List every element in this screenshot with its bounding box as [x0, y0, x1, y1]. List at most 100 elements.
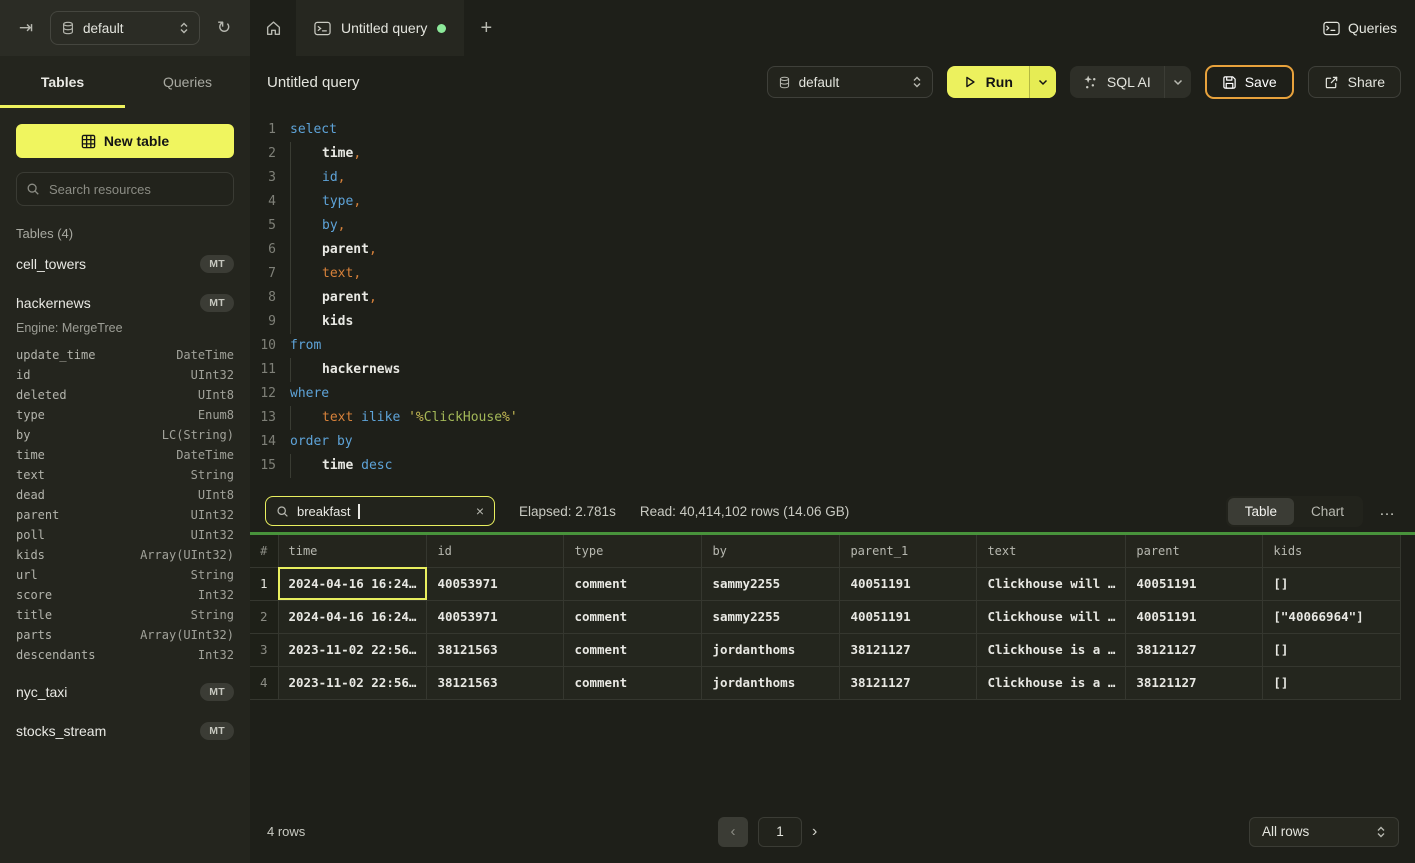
table-cell[interactable]: ["40066964"]: [1263, 600, 1401, 633]
database-selector[interactable]: default: [50, 11, 200, 45]
chevron-down-icon: [1173, 79, 1183, 86]
run-button[interactable]: Run: [947, 66, 1056, 98]
table-cell[interactable]: 40051191: [1126, 600, 1263, 633]
column-row: pollUInt32: [16, 525, 234, 545]
table-cell[interactable]: jordanthoms: [702, 633, 840, 666]
table-cell[interactable]: 38121563: [427, 666, 564, 699]
view-toggle-table[interactable]: Table: [1228, 498, 1294, 525]
table-cell[interactable]: Clickhouse will …: [977, 600, 1126, 633]
current-page-button[interactable]: 1: [758, 817, 802, 847]
sql-editor[interactable]: 1select2time,3id,4type,5by,6parent,7text…: [250, 108, 1415, 490]
table-cell[interactable]: 2023-11-02 22:56…: [278, 633, 427, 666]
save-button[interactable]: Save: [1205, 65, 1294, 99]
table-cell[interactable]: 2024-04-16 16:24…: [278, 567, 427, 600]
table-cell[interactable]: []: [1263, 633, 1401, 666]
table-cell[interactable]: 38121563: [427, 633, 564, 666]
queries-button[interactable]: Queries: [1323, 0, 1397, 56]
line-number: 11: [250, 358, 276, 382]
refresh-button[interactable]: ↻: [210, 14, 238, 42]
table-cell[interactable]: comment: [564, 600, 702, 633]
column-type: DateTime: [176, 348, 234, 362]
next-page-button[interactable]: ›: [812, 823, 817, 841]
sidebar-table-nyc_taxi[interactable]: nyc_taxiMT: [16, 675, 234, 708]
chevron-updown-icon: [179, 21, 189, 35]
table-cell[interactable]: 38121127: [840, 633, 977, 666]
row-number: 1: [250, 567, 278, 600]
code-line-9: 9kids: [250, 310, 1415, 334]
sidebar-table-hackernews[interactable]: hackernewsMT: [16, 286, 234, 319]
indent-guide: [290, 358, 322, 382]
table-cell[interactable]: 2023-11-02 22:56…: [278, 666, 427, 699]
tab-untitled-query[interactable]: Untitled query: [296, 0, 464, 56]
table-cell[interactable]: jordanthoms: [702, 666, 840, 699]
run-options-dropdown[interactable]: [1029, 66, 1056, 98]
close-icon: ×: [476, 503, 484, 519]
elapsed-stat: Elapsed: 2.781s: [519, 504, 616, 519]
text-cursor: [358, 504, 360, 519]
new-tab-button[interactable]: +: [464, 0, 508, 56]
clear-search-button[interactable]: ×: [476, 503, 484, 519]
table-cell[interactable]: Clickhouse is a …: [977, 666, 1126, 699]
table-cell[interactable]: 40051191: [840, 600, 977, 633]
sql-ai-button[interactable]: SQL AI: [1070, 66, 1191, 98]
table-cell[interactable]: comment: [564, 567, 702, 600]
table-cell[interactable]: comment: [564, 666, 702, 699]
table-cell[interactable]: comment: [564, 633, 702, 666]
column-header-row-number[interactable]: #: [250, 535, 278, 567]
sidebar-collapse-button[interactable]: ⇥: [12, 14, 40, 42]
page-size-selector[interactable]: All rows: [1249, 817, 1399, 847]
table-cell[interactable]: Clickhouse will …: [977, 567, 1126, 600]
column-header-id[interactable]: id: [427, 535, 564, 567]
home-button[interactable]: [250, 0, 296, 56]
column-header-time[interactable]: time: [278, 535, 427, 567]
column-header-parent[interactable]: parent: [1126, 535, 1263, 567]
results-search-input[interactable]: breakfast ×: [265, 496, 495, 526]
view-toggle-chart[interactable]: Chart: [1294, 498, 1361, 525]
results-view-controls: Table Chart …: [1226, 496, 1400, 527]
line-number: 15: [250, 454, 276, 478]
table-cell[interactable]: []: [1263, 567, 1401, 600]
table-cell[interactable]: 38121127: [1126, 666, 1263, 699]
table-cell[interactable]: sammy2255: [702, 600, 840, 633]
column-row: deadUInt8: [16, 485, 234, 505]
line-number: 2: [250, 142, 276, 166]
database-selector[interactable]: default: [767, 66, 933, 98]
table-cell[interactable]: sammy2255: [702, 567, 840, 600]
sql-ai-dropdown[interactable]: [1164, 66, 1191, 98]
sidebar-table-cell_towers[interactable]: cell_towersMT: [16, 247, 234, 280]
column-row: parentUInt32: [16, 505, 234, 525]
terminal-icon: [1323, 21, 1340, 36]
table-cell[interactable]: 40053971: [427, 567, 564, 600]
more-options-button[interactable]: …: [1375, 502, 1400, 520]
sidebar-tab-tables[interactable]: Tables: [0, 56, 125, 108]
line-number: 4: [250, 190, 276, 214]
previous-page-button[interactable]: ‹: [718, 817, 748, 847]
table-cell[interactable]: 2024-04-16 16:24…: [278, 600, 427, 633]
column-header-type[interactable]: type: [564, 535, 702, 567]
ellipsis-icon: …: [1379, 502, 1396, 519]
table-cell[interactable]: 40053971: [427, 600, 564, 633]
column-header-by[interactable]: by: [702, 535, 840, 567]
code-line-12: 12where: [250, 382, 1415, 406]
table-cell[interactable]: Clickhouse is a …: [977, 633, 1126, 666]
sidebar-table-stocks_stream[interactable]: stocks_streamMT: [16, 714, 234, 747]
column-header-kids[interactable]: kids: [1263, 535, 1401, 567]
sql-ai-main: SQL AI: [1070, 66, 1164, 98]
table-cell[interactable]: 40051191: [840, 567, 977, 600]
engine-badge: MT: [200, 255, 234, 273]
column-header-text[interactable]: text: [977, 535, 1126, 567]
table-cell[interactable]: []: [1263, 666, 1401, 699]
results-grid: #timeidtypebyparent_1textparentkids 12024…: [250, 535, 1415, 700]
table-cell[interactable]: 40051191: [1126, 567, 1263, 600]
column-type: Array(UInt32): [140, 628, 234, 642]
save-label: Save: [1245, 74, 1277, 90]
column-header-parent_1[interactable]: parent_1: [840, 535, 977, 567]
new-table-button[interactable]: New table: [16, 124, 234, 158]
search-resources-input[interactable]: [16, 172, 234, 206]
sidebar-tab-queries[interactable]: Queries: [125, 56, 250, 108]
table-cell[interactable]: 38121127: [1126, 633, 1263, 666]
save-icon: [1222, 75, 1237, 90]
line-number: 3: [250, 166, 276, 190]
table-cell[interactable]: 38121127: [840, 666, 977, 699]
share-button[interactable]: Share: [1308, 66, 1401, 98]
